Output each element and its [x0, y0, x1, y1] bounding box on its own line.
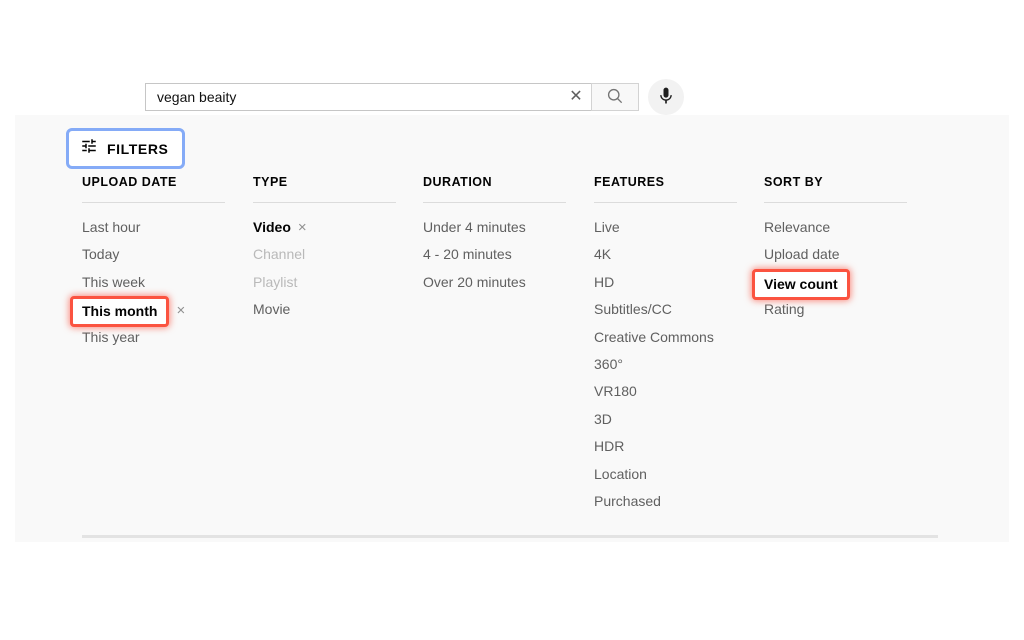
panel-bottom-divider — [82, 535, 938, 538]
remove-filter-icon[interactable]: × — [176, 302, 185, 319]
column-header: UPLOAD DATE — [82, 175, 225, 203]
filter-option-playlist: Playlist — [253, 269, 423, 296]
column-duration: DURATION Under 4 minutes 4 - 20 minutes … — [423, 175, 594, 515]
sort-option-rating[interactable]: Rating — [764, 296, 935, 323]
column-header: SORT BY — [764, 175, 907, 203]
column-sort-by: SORT BY Relevance Upload date View count… — [764, 175, 935, 515]
filter-option-360[interactable]: 360° — [594, 351, 764, 378]
filter-option-hd[interactable]: HD — [594, 269, 764, 296]
filter-option-4k[interactable]: 4K — [594, 241, 764, 268]
filter-option-4-20-minutes[interactable]: 4 - 20 minutes — [423, 241, 594, 268]
filter-option-hdr[interactable]: HDR — [594, 433, 764, 460]
filter-option-today[interactable]: Today — [82, 241, 253, 268]
sort-option-view-count[interactable]: View count — [764, 269, 935, 296]
column-header: FEATURES — [594, 175, 737, 203]
filter-option-location[interactable]: Location — [594, 461, 764, 488]
filter-option-vr180[interactable]: VR180 — [594, 378, 764, 405]
filter-option-live[interactable]: Live — [594, 214, 764, 241]
sort-option-relevance[interactable]: Relevance — [764, 214, 935, 241]
filter-option-this-year[interactable]: This year — [82, 324, 253, 351]
column-header: TYPE — [253, 175, 396, 203]
red-highlight-box: This month — [70, 296, 169, 327]
filter-option-label: Video — [253, 219, 291, 235]
filters-button[interactable]: FILTERS — [66, 128, 185, 169]
sort-option-upload-date[interactable]: Upload date — [764, 241, 935, 268]
filter-option-this-week[interactable]: This week — [82, 269, 253, 296]
filter-option-3d[interactable]: 3D — [594, 406, 764, 433]
search-bar: ✕ — [145, 83, 684, 111]
filter-option-subtitles-cc[interactable]: Subtitles/CC — [594, 296, 764, 323]
sort-option-label: View count — [764, 271, 838, 298]
filter-option-this-month[interactable]: This month × — [82, 296, 253, 323]
filter-option-under-4-minutes[interactable]: Under 4 minutes — [423, 214, 594, 241]
filter-columns: UPLOAD DATE Last hour Today This week Th… — [82, 175, 935, 515]
filter-option-movie[interactable]: Movie — [253, 296, 423, 323]
column-header: DURATION — [423, 175, 566, 203]
filter-option-label: This month — [82, 298, 157, 325]
remove-filter-icon[interactable]: × — [298, 219, 307, 236]
search-input[interactable] — [146, 85, 561, 109]
filters-button-label: FILTERS — [107, 141, 169, 157]
microphone-button[interactable] — [648, 79, 684, 115]
column-upload-date: UPLOAD DATE Last hour Today This week Th… — [82, 175, 253, 515]
red-highlight-box: View count — [752, 269, 850, 300]
search-button[interactable] — [591, 83, 639, 111]
filter-option-purchased[interactable]: Purchased — [594, 488, 764, 515]
filter-option-last-hour[interactable]: Last hour — [82, 214, 253, 241]
filter-option-over-20-minutes[interactable]: Over 20 minutes — [423, 269, 594, 296]
column-type: TYPE Video × Channel Playlist Movie — [253, 175, 423, 515]
tune-icon — [80, 137, 98, 160]
filters-panel: FILTERS UPLOAD DATE Last hour Today This… — [15, 115, 1009, 542]
magnifier-icon — [605, 86, 625, 109]
filter-option-creative-commons[interactable]: Creative Commons — [594, 324, 764, 351]
filter-option-channel: Channel — [253, 241, 423, 268]
column-features: FEATURES Live 4K HD Subtitles/CC Creativ… — [594, 175, 764, 515]
microphone-icon — [656, 86, 676, 109]
close-icon[interactable]: ✕ — [561, 84, 591, 110]
filter-option-video[interactable]: Video × — [253, 214, 423, 241]
search-box: ✕ — [145, 83, 592, 111]
